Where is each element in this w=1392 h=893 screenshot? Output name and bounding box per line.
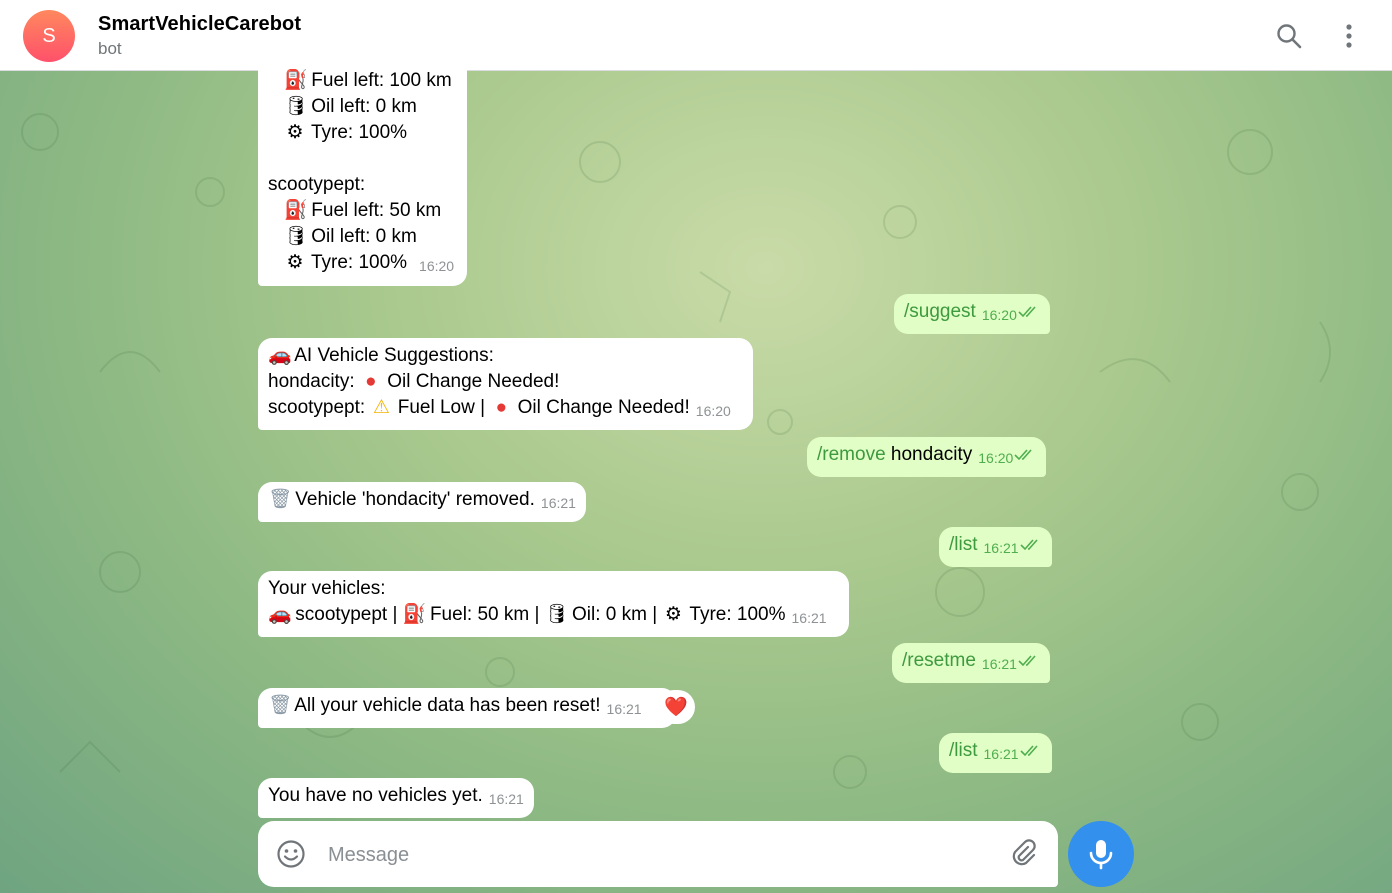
command-link[interactable]: /suggest xyxy=(904,301,976,322)
wastebasket-icon: 🗑 xyxy=(268,695,293,716)
message-time: 16:21 xyxy=(488,791,524,807)
command-link[interactable]: /resetme xyxy=(902,650,976,671)
smiley-icon xyxy=(277,840,305,868)
double-check-icon xyxy=(1019,745,1038,757)
paperclip-icon xyxy=(1012,839,1036,866)
avatar-letter: S xyxy=(42,24,56,47)
message-vehicle-list[interactable]: Your vehicles: 🚗 scootypept | ⛽ Fuel: 50… xyxy=(258,571,849,637)
message-time: 16:20 xyxy=(981,307,1017,323)
message-time: 16:21 xyxy=(540,495,576,511)
message-vehicle-status[interactable]: ⛽ Fuel left: 100 km 🛢 Oil left: 0 km ⚙ T… xyxy=(258,56,467,286)
car-icon: 🚗 xyxy=(268,604,292,625)
oil-drum-icon: 🛢 xyxy=(284,226,309,247)
oil-drum-icon: 🛢 xyxy=(544,604,569,625)
message-outgoing-command[interactable]: /list 16:21 xyxy=(939,733,1052,773)
status-line: 🛢 Oil left: 0 km xyxy=(268,224,457,250)
chat-background-pattern xyxy=(21,113,1331,789)
heart-icon: ❤️ xyxy=(664,697,688,718)
vehicle-name-line: scootypept: xyxy=(268,174,366,195)
double-check-icon xyxy=(1018,306,1036,318)
message-time: 16:21 xyxy=(983,746,1019,762)
status-line: ⚙ Tyre: 100% 16:20 xyxy=(268,250,457,279)
warning-icon: ⚠ xyxy=(372,397,390,418)
status-line: ⛽ Fuel left: 100 km xyxy=(268,68,457,94)
suggestion-line: hondacity: ● Oil Change Needed! xyxy=(268,369,743,395)
command-link[interactable]: /remove xyxy=(817,444,886,465)
status-line: ⚙ Tyre: 100% xyxy=(268,120,457,146)
fuel-pump-icon: ⛽ xyxy=(284,200,308,221)
car-icon: 🚗 xyxy=(268,345,292,366)
message-composer xyxy=(258,821,1058,887)
reaction-heart[interactable]: ❤️ xyxy=(657,690,695,724)
double-check-icon xyxy=(1014,449,1032,461)
chat-subtitle: bot xyxy=(98,39,122,58)
message-outgoing-command[interactable]: /list 16:21 xyxy=(939,527,1052,567)
microphone-icon xyxy=(1089,840,1113,870)
voice-record-button[interactable] xyxy=(1068,821,1134,887)
bot-avatar[interactable]: S xyxy=(23,10,75,62)
wastebasket-icon: 🗑 xyxy=(268,489,293,510)
message-time: 16:21 xyxy=(983,540,1019,556)
chat-header: S SmartVehicleCarebot bot xyxy=(0,0,1392,71)
message-time: 16:21 xyxy=(981,656,1017,672)
oil-drum-icon: 🛢 xyxy=(284,96,309,117)
message-outgoing-command[interactable]: /resetme 16:21 xyxy=(892,643,1050,683)
fuel-pump-icon: ⛽ xyxy=(284,70,308,91)
red-circle-icon: ● xyxy=(365,371,377,392)
status-line: ⛽ Fuel left: 50 km xyxy=(268,198,457,224)
message-time: 16:21 xyxy=(606,701,642,717)
message-time: 16:20 xyxy=(695,403,731,419)
tyre-icon: ⚙ xyxy=(286,122,304,143)
message-outgoing-command[interactable]: /remove hondacity 16:20 xyxy=(807,437,1047,477)
kebab-menu-icon xyxy=(1346,24,1352,48)
search-button[interactable] xyxy=(1271,18,1307,54)
list-item: 🚗 scootypept | ⛽ Fuel: 50 km | 🛢 Oil: 0 … xyxy=(268,602,839,631)
red-circle-icon: ● xyxy=(495,397,508,418)
command-link[interactable]: /list xyxy=(949,740,978,761)
status-line: 🛢 Oil left: 0 km xyxy=(268,94,457,120)
double-check-icon xyxy=(1018,655,1036,667)
double-check-icon xyxy=(1019,539,1038,551)
emoji-button[interactable] xyxy=(276,839,306,869)
attach-button[interactable] xyxy=(1008,839,1038,869)
message-time: 16:20 xyxy=(978,450,1014,466)
command-argument: hondacity xyxy=(890,444,973,465)
message-no-vehicles[interactable]: You have no vehicles yet. 16:21 xyxy=(258,778,534,818)
tyre-icon: ⚙ xyxy=(664,604,682,625)
message-input[interactable] xyxy=(326,837,980,873)
more-menu-button[interactable] xyxy=(1331,18,1367,54)
suggestion-header: 🚗 AI Vehicle Suggestions: xyxy=(268,343,743,369)
list-header: Your vehicles: xyxy=(268,578,386,599)
message-vehicle-removed[interactable]: 🗑 Vehicle 'hondacity' removed. 16:21 xyxy=(258,482,586,522)
message-ai-suggestions[interactable]: 🚗 AI Vehicle Suggestions: hondacity: ● O… xyxy=(258,338,753,430)
command-link[interactable]: /list xyxy=(949,534,978,555)
message-time: 16:21 xyxy=(791,610,827,626)
message-outgoing-command[interactable]: /suggest 16:20 xyxy=(894,294,1050,334)
search-icon xyxy=(1277,24,1302,49)
suggestion-line: scootypept: ⚠ Fuel Low | ● Oil Change Ne… xyxy=(268,395,743,424)
fuel-pump-icon: ⛽ xyxy=(402,604,427,625)
chat-title[interactable]: SmartVehicleCarebot xyxy=(98,13,301,36)
message-data-reset[interactable]: 🗑 All your vehicle data has been reset! 1… xyxy=(258,688,676,728)
tyre-icon: ⚙ xyxy=(286,252,304,273)
message-time: 16:20 xyxy=(419,258,455,274)
